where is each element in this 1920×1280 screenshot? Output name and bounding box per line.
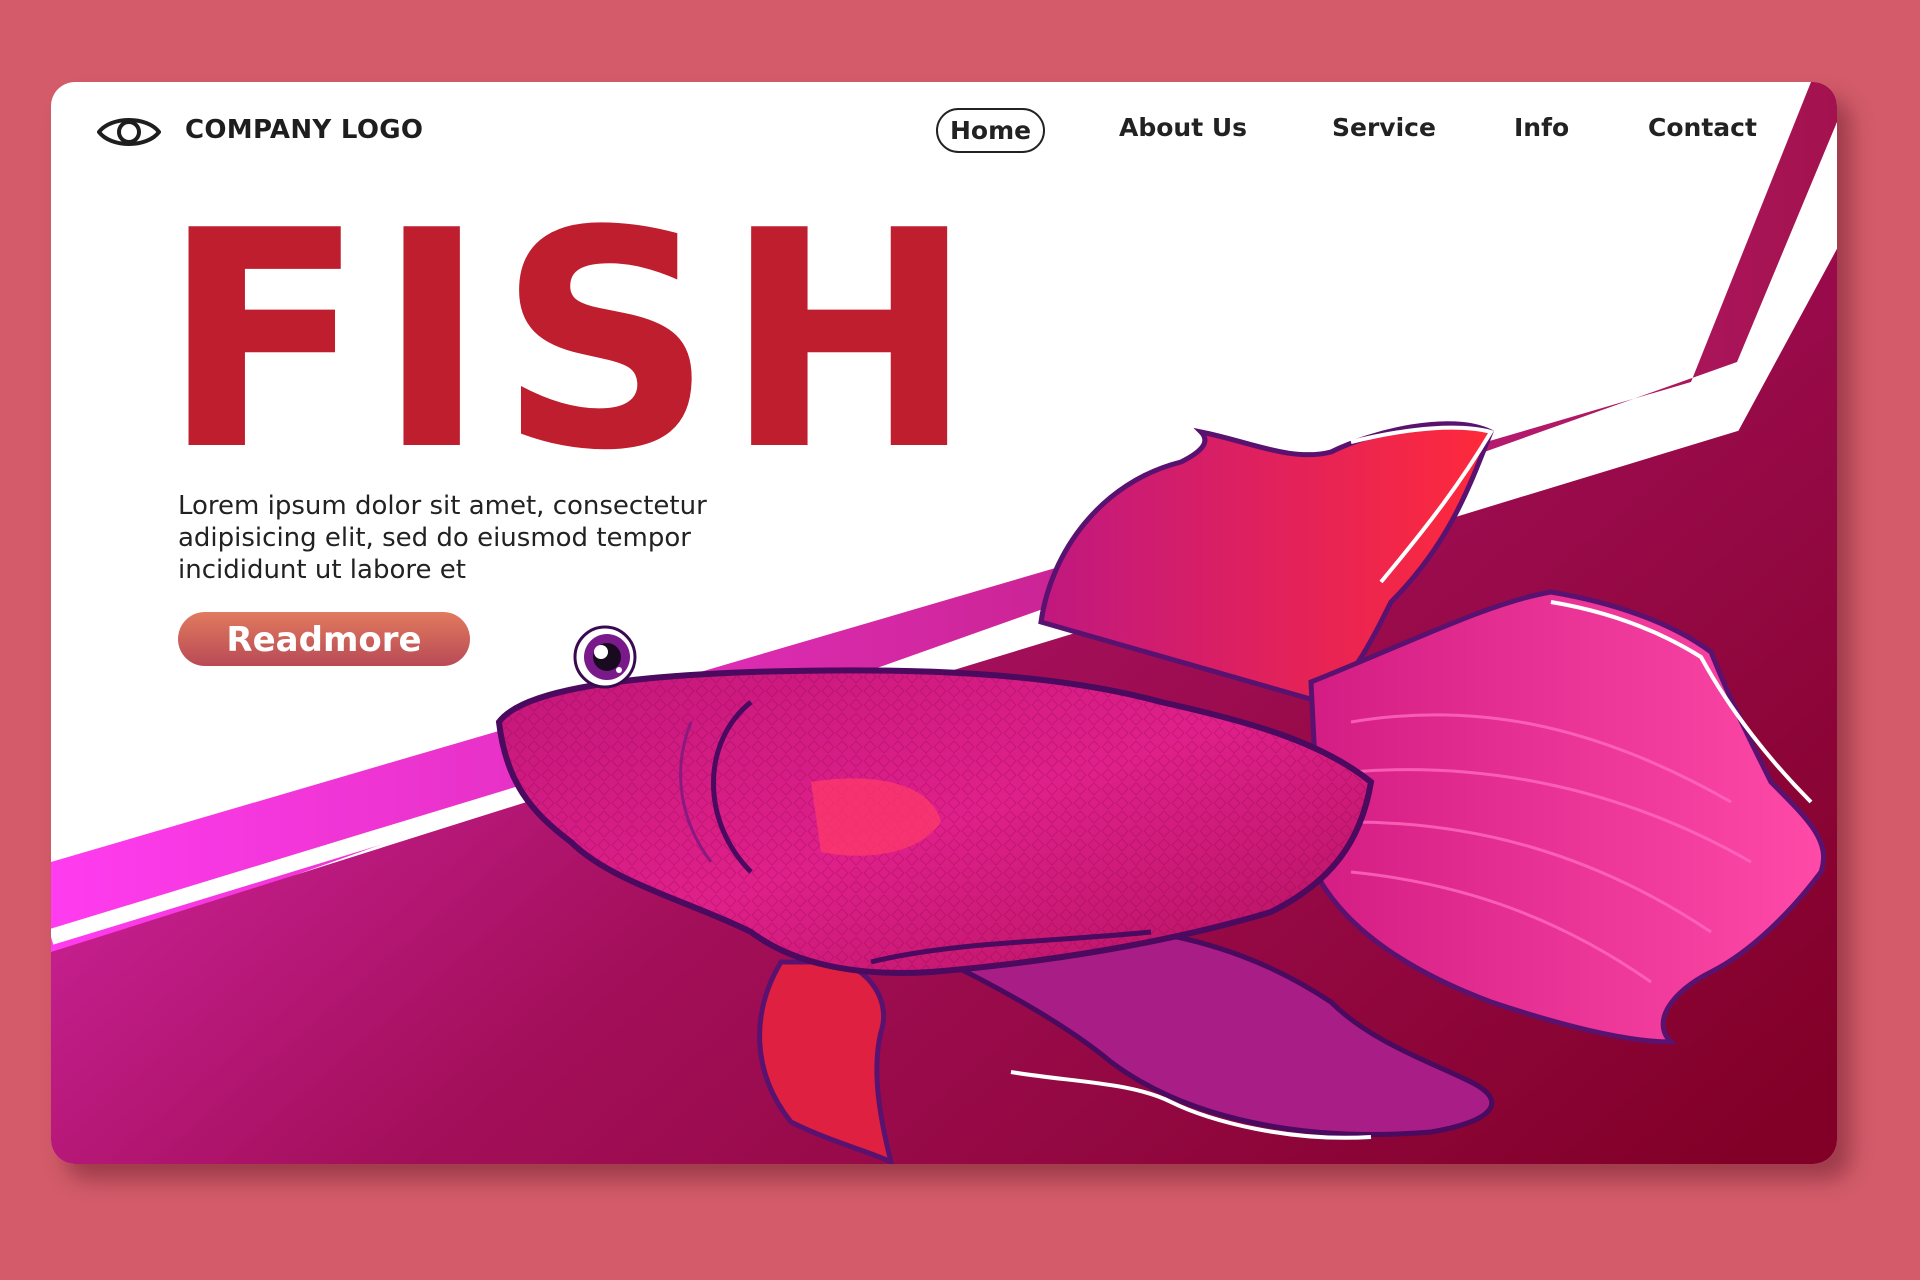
nav-service[interactable]: Service: [1332, 113, 1436, 142]
hero-description: Lorem ipsum dolor sit amet, consectetur …: [178, 491, 707, 585]
nav-contact[interactable]: Contact: [1648, 113, 1757, 142]
nav-info[interactable]: Info: [1514, 113, 1569, 142]
nav-home[interactable]: Home: [936, 108, 1046, 153]
hero-title: FISH: [161, 167, 985, 516]
eye-icon[interactable]: [97, 112, 161, 152]
readmore-button[interactable]: Readmore: [178, 612, 470, 666]
fish-eye: [573, 625, 637, 689]
tail-fin: [1308, 589, 1827, 1045]
landing-card: COMPANY LOGO Home About Us Service Info …: [51, 82, 1837, 1164]
nav-about-us[interactable]: About Us: [1119, 113, 1247, 142]
pelvic-fin: [757, 959, 895, 1164]
company-logo-text[interactable]: COMPANY LOGO: [185, 115, 423, 145]
